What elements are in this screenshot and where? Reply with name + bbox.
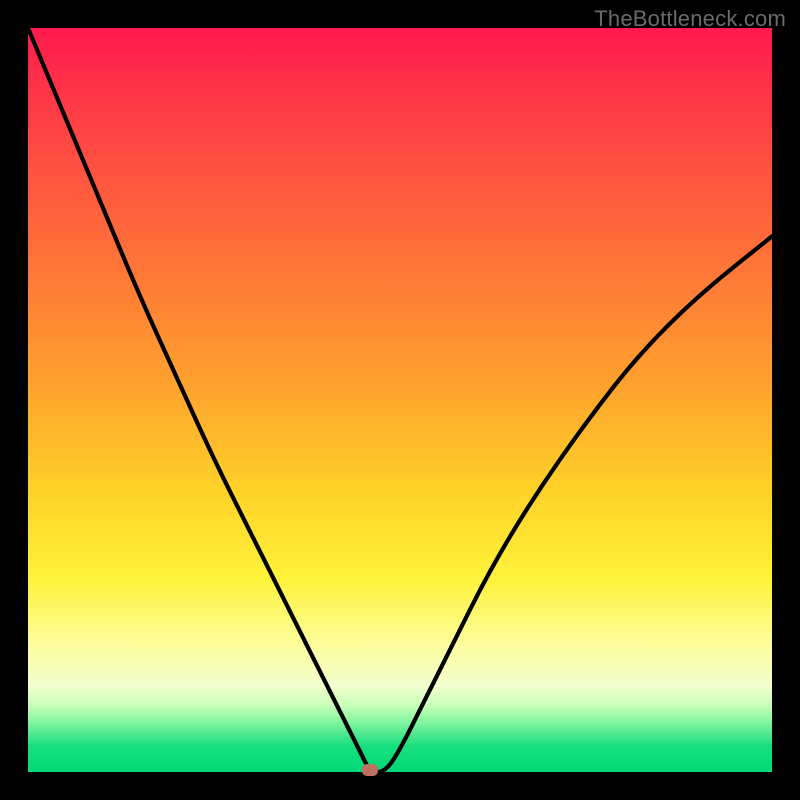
watermark-text: TheBottleneck.com (594, 6, 786, 32)
chart-frame: TheBottleneck.com (0, 0, 800, 800)
plot-area (28, 28, 772, 772)
bottleneck-curve (28, 28, 772, 772)
curve-path (28, 28, 772, 772)
optimum-marker (362, 764, 378, 776)
